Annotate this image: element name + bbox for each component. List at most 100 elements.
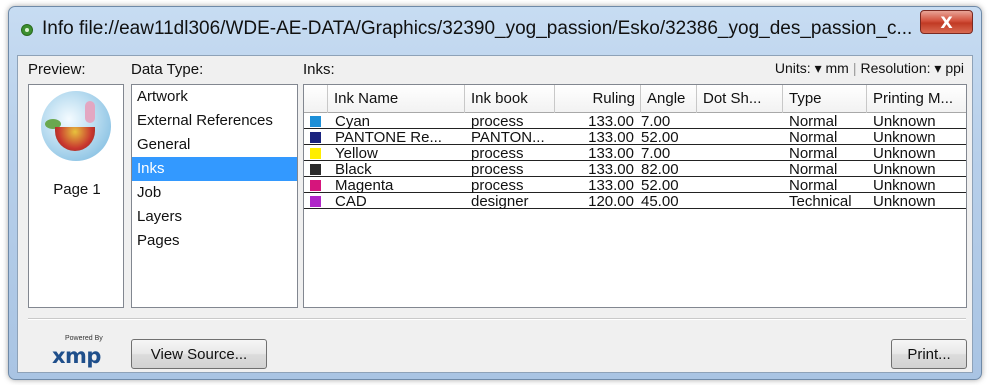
page-thumbnail[interactable] bbox=[41, 91, 111, 161]
ink-name-cell: CAD bbox=[335, 194, 367, 209]
title-bar[interactable]: Info file://eaw11dl306/WDE-AE-DATA/Graph… bbox=[9, 7, 981, 49]
page-label: Page 1 bbox=[53, 181, 101, 198]
ink-book-cell: process bbox=[471, 114, 524, 129]
table-row[interactable]: PANTONE Re... PANTON... 133.00 52.00 Normal U… bbox=[304, 130, 966, 145]
data-type-list[interactable]: Artwork External References General Inks Job… bbox=[131, 84, 298, 308]
ink-name-cell: Magenta bbox=[335, 178, 394, 193]
app-icon bbox=[21, 24, 33, 36]
ink-book-cell: process bbox=[471, 178, 524, 193]
xmp-logo-word: xmp bbox=[52, 344, 101, 368]
ink-book-cell: process bbox=[471, 146, 524, 161]
footer-divider bbox=[28, 318, 966, 320]
ink-name-cell: Cyan bbox=[335, 114, 371, 129]
info-window: Info file://eaw11dl306/WDE-AE-DATA/Graph… bbox=[8, 6, 982, 380]
dot-shape-cell bbox=[703, 178, 781, 193]
units-resolution-bar: Units: ▾ mm | Resolution: ▾ ppi bbox=[775, 60, 964, 77]
header-ink-name[interactable]: Ink Name bbox=[328, 85, 465, 113]
ink-book-cell: process bbox=[471, 162, 524, 177]
ink-color-swatch bbox=[310, 164, 321, 175]
resolution-value: ppi bbox=[945, 60, 964, 76]
ink-color-swatch bbox=[310, 148, 321, 159]
data-type-label: Data Type: bbox=[131, 61, 204, 78]
resolution-dropdown[interactable]: ▾ ppi bbox=[934, 60, 964, 76]
units-label: Units: bbox=[774, 60, 811, 76]
inks-table[interactable]: Ink Name Ink book Ruling Angle Dot Sh...… bbox=[303, 84, 967, 308]
type-cell: Normal bbox=[789, 178, 838, 193]
header-swatch-column[interactable] bbox=[304, 85, 328, 113]
dropdown-arrow-icon: ▾ bbox=[814, 60, 822, 76]
dropdown-arrow-icon: ▾ bbox=[934, 60, 942, 76]
dot-shape-cell bbox=[703, 130, 781, 145]
table-row[interactable]: Cyan process 133.00 7.00 Normal Unknown bbox=[304, 114, 966, 129]
ink-color-swatch bbox=[310, 116, 321, 127]
resolution-label: Resolution: bbox=[860, 60, 931, 76]
table-row[interactable]: CAD designer 120.00 45.00 Technical Unknown bbox=[304, 194, 966, 209]
printing-method-cell: Unknown bbox=[873, 162, 936, 177]
data-type-item-external-references[interactable]: External References bbox=[132, 109, 297, 133]
ruling-cell: 120.00 bbox=[588, 194, 634, 209]
ink-color-swatch bbox=[310, 132, 321, 143]
close-button[interactable]: X bbox=[920, 10, 973, 34]
ink-name-cell: Black bbox=[335, 162, 372, 177]
thumbnail-figure bbox=[85, 101, 95, 123]
data-type-item-general[interactable]: General bbox=[132, 133, 297, 157]
ruling-cell: 133.00 bbox=[588, 114, 634, 129]
printing-method-cell: Unknown bbox=[873, 114, 936, 129]
dialog-client-area: Preview: Data Type: Inks: Units: ▾ mm | Re… bbox=[17, 55, 973, 373]
table-row[interactable]: Black process 133.00 82.00 Normal Unknown bbox=[304, 162, 966, 177]
print-button[interactable]: Print... bbox=[891, 339, 967, 369]
ink-name-cell: PANTONE Re... bbox=[335, 130, 442, 145]
data-type-item-artwork[interactable]: Artwork bbox=[132, 85, 297, 109]
header-ink-book[interactable]: Ink book bbox=[465, 85, 555, 113]
ruling-cell: 133.00 bbox=[588, 130, 634, 145]
ink-book-cell: designer bbox=[471, 194, 529, 209]
data-type-items: Artwork External References General Inks Job… bbox=[132, 85, 297, 253]
xmp-logo: Powered By xmp bbox=[52, 335, 108, 368]
ink-book-cell: PANTON... bbox=[471, 130, 545, 145]
preview-panel[interactable]: Page 1 bbox=[28, 84, 124, 308]
dot-shape-cell bbox=[703, 194, 781, 209]
data-type-item-inks[interactable]: Inks bbox=[132, 157, 297, 181]
printing-method-cell: Unknown bbox=[873, 130, 936, 145]
xmp-powered-text: Powered By bbox=[65, 335, 103, 342]
data-type-item-layers[interactable]: Layers bbox=[132, 205, 297, 229]
table-row[interactable]: Yellow process 133.00 7.00 Normal Unknown bbox=[304, 146, 966, 161]
type-cell: Normal bbox=[789, 114, 838, 129]
ink-color-swatch bbox=[310, 180, 321, 191]
dot-shape-cell bbox=[703, 162, 781, 177]
header-dot-shape[interactable]: Dot Sh... bbox=[697, 85, 783, 113]
dot-shape-cell bbox=[703, 146, 781, 161]
ink-name-cell: Yellow bbox=[335, 146, 378, 161]
dot-shape-cell bbox=[703, 114, 781, 129]
angle-cell: 82.00 bbox=[641, 162, 679, 177]
type-cell: Technical bbox=[789, 194, 852, 209]
units-separator: | bbox=[852, 60, 857, 76]
ruling-cell: 133.00 bbox=[588, 146, 634, 161]
inks-label: Inks: bbox=[303, 61, 335, 78]
header-ruling[interactable]: Ruling bbox=[555, 85, 641, 113]
header-type[interactable]: Type bbox=[783, 85, 867, 113]
units-dropdown[interactable]: ▾ mm bbox=[815, 60, 849, 76]
printing-method-cell: Unknown bbox=[873, 194, 936, 209]
table-row[interactable]: Magenta process 133.00 52.00 Normal Unknown bbox=[304, 178, 966, 193]
data-type-item-job[interactable]: Job bbox=[132, 181, 297, 205]
window-title: Info file://eaw11dl306/WDE-AE-DATA/Graph… bbox=[42, 18, 912, 39]
thumbnail-bowl bbox=[55, 127, 95, 151]
type-cell: Normal bbox=[789, 162, 838, 177]
preview-label: Preview: bbox=[28, 61, 86, 78]
printing-method-cell: Unknown bbox=[873, 178, 936, 193]
header-angle[interactable]: Angle bbox=[641, 85, 697, 113]
ruling-cell: 133.00 bbox=[588, 178, 634, 193]
angle-cell: 52.00 bbox=[641, 130, 679, 145]
type-cell: Normal bbox=[789, 146, 838, 161]
angle-cell: 7.00 bbox=[641, 114, 671, 129]
ink-color-swatch bbox=[310, 196, 321, 207]
view-source-button[interactable]: View Source... bbox=[131, 339, 267, 369]
header-printing-method[interactable]: Printing M... bbox=[867, 85, 966, 113]
angle-cell: 52.00 bbox=[641, 178, 679, 193]
angle-cell: 45.00 bbox=[641, 194, 679, 209]
ruling-cell: 133.00 bbox=[588, 162, 634, 177]
data-type-item-pages[interactable]: Pages bbox=[132, 229, 297, 253]
close-icon: X bbox=[940, 12, 953, 32]
units-value: mm bbox=[825, 60, 849, 76]
